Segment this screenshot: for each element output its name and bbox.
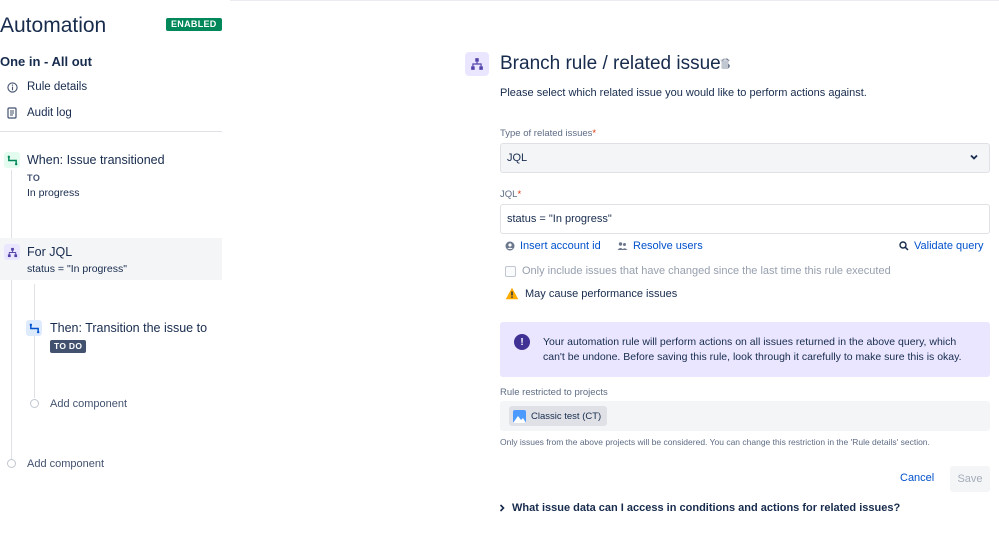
search-icon [899, 241, 909, 251]
performance-warning: May cause performance issues [505, 287, 677, 300]
people-icon [617, 241, 628, 251]
trash-icon[interactable] [720, 58, 730, 70]
project-chip: Classic test (CT) [509, 406, 608, 426]
checkbox-label: Only include issues that have changed si… [522, 265, 891, 277]
app-title: Automation [0, 14, 107, 37]
related-issues-type-select[interactable]: JQL [500, 143, 990, 173]
sidebar-divider [0, 131, 222, 132]
branch-rule-icon [465, 52, 489, 76]
action-title[interactable]: Then: Transition the issue to [50, 321, 207, 335]
restricted-projects-label: Rule restricted to projects [500, 387, 608, 398]
trigger-title[interactable]: When: Issue transitioned [27, 153, 165, 167]
page-description: Please select which related issue you wo… [500, 87, 867, 99]
person-icon [505, 241, 515, 251]
select-value: JQL [507, 152, 528, 164]
faq-expander[interactable]: What issue data can I access in conditio… [498, 502, 900, 514]
validate-query-link[interactable]: Validate query [899, 240, 984, 252]
trigger-icon [4, 152, 20, 168]
inner-connector-line [34, 284, 35, 398]
jql-input[interactable]: status = "In progress" [500, 204, 990, 234]
branch-title: For JQL [27, 245, 73, 259]
trigger-status: In progress [27, 187, 80, 199]
add-component-dot [7, 459, 16, 468]
chevron-down-icon [970, 154, 978, 160]
top-divider [230, 0, 999, 1]
document-icon [4, 105, 20, 121]
add-component-outer-button[interactable]: Add component [27, 458, 104, 470]
restriction-note: Only issues from the above projects will… [500, 437, 930, 447]
rule-name: One in - All out [0, 54, 92, 69]
info-circle-icon [4, 79, 20, 95]
jql-input-value: status = "In progress" [507, 213, 612, 225]
type-field-label: Type of related issues* [500, 128, 597, 139]
branch-subtitle: status = "In progress" [27, 263, 127, 275]
add-component-dot [30, 399, 39, 408]
changed-issues-checkbox[interactable] [505, 266, 516, 277]
jql-field-label: JQL* [500, 189, 522, 200]
insert-account-id-link[interactable]: Insert account id [505, 240, 601, 252]
status-badge: ENABLED [166, 18, 222, 31]
add-component-inner-button[interactable]: Add component [50, 398, 127, 410]
branch-icon [4, 244, 20, 260]
exclamation-icon: ! [514, 334, 530, 350]
sidebar-item-label: Rule details [27, 81, 88, 93]
action-icon [26, 320, 42, 336]
page-title: Branch rule / related issues [500, 53, 731, 74]
save-button[interactable]: Save [950, 466, 990, 492]
sidebar-item-rule-details[interactable]: Rule details [4, 77, 87, 97]
resolve-users-link[interactable]: Resolve users [617, 240, 703, 252]
todo-lozenge: TO DO [50, 340, 87, 353]
sidebar-item-audit-log[interactable]: Audit log [4, 103, 72, 123]
sidebar-item-label: Audit log [27, 107, 72, 119]
info-message: Your automation rule will perform action… [543, 336, 962, 363]
project-avatar-icon [513, 409, 526, 423]
outer-connector-line [11, 170, 12, 460]
warning-icon [505, 287, 519, 300]
trigger-to-label: TO [27, 173, 41, 183]
cancel-button[interactable]: Cancel [900, 472, 934, 484]
chevron-right-icon [499, 504, 505, 512]
